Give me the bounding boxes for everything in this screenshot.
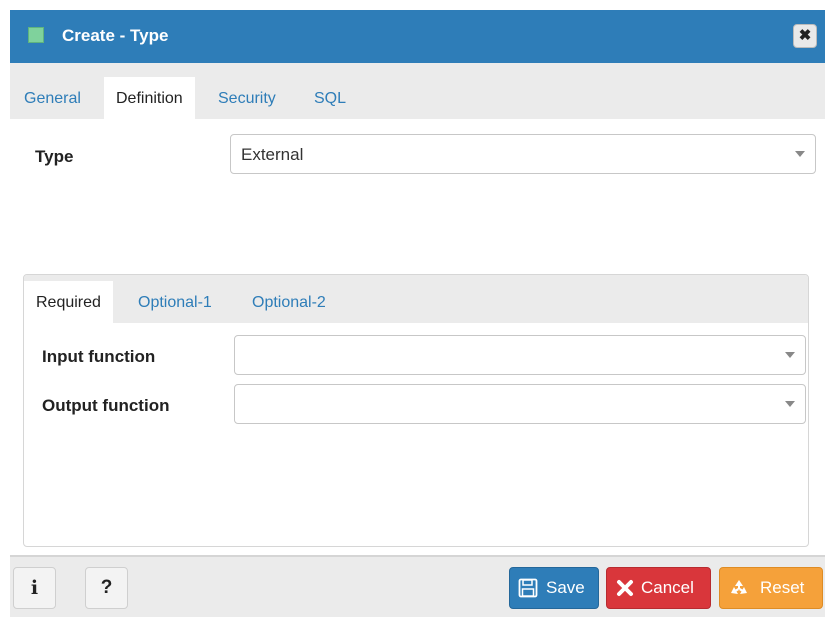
output-function-label: Output function bbox=[42, 396, 170, 415]
input-function-label: Input function bbox=[42, 347, 156, 366]
type-select-value: External bbox=[241, 145, 304, 164]
dialog-title: Create - Type bbox=[62, 26, 169, 45]
help-icon: ? bbox=[100, 577, 113, 598]
cancel-button[interactable]: Cancel bbox=[606, 567, 711, 609]
close-icon: ✖ bbox=[798, 27, 812, 44]
save-icon bbox=[518, 578, 538, 598]
cancel-label: Cancel bbox=[641, 578, 694, 597]
save-label: Save bbox=[546, 578, 585, 597]
chevron-down-icon bbox=[785, 401, 795, 407]
info-icon: i bbox=[30, 577, 39, 599]
subtab-required[interactable]: Required bbox=[24, 281, 113, 323]
close-icon bbox=[617, 580, 633, 596]
save-button[interactable]: Save bbox=[509, 567, 599, 609]
input-function-select[interactable] bbox=[234, 335, 806, 375]
type-label: Type bbox=[35, 147, 74, 166]
type-options-panel: Required Optional-1 Optional-2 Input fun… bbox=[23, 274, 809, 547]
sub-tab-bar: Required Optional-1 Optional-2 bbox=[24, 275, 808, 323]
recycle-icon bbox=[731, 580, 747, 594]
chevron-down-icon bbox=[795, 151, 805, 157]
tab-general[interactable]: General bbox=[12, 77, 93, 119]
create-type-dialog: Create - Type ✖ General Definition Secur… bbox=[10, 10, 825, 617]
subtab-optional-2[interactable]: Optional-2 bbox=[240, 281, 338, 323]
definition-panel: Type External Required Optional-1 Option… bbox=[10, 119, 825, 567]
tab-definition[interactable]: Definition bbox=[104, 77, 195, 119]
chevron-down-icon bbox=[785, 352, 795, 358]
help-button[interactable]: ? bbox=[85, 567, 128, 609]
tab-sql[interactable]: SQL bbox=[302, 77, 358, 119]
close-button[interactable]: ✖ bbox=[793, 24, 817, 48]
reset-button[interactable]: Reset bbox=[719, 567, 823, 609]
subtab-optional-1[interactable]: Optional-1 bbox=[126, 281, 224, 323]
dialog-titlebar[interactable]: Create - Type ✖ bbox=[10, 10, 825, 63]
type-icon bbox=[28, 27, 44, 43]
info-button[interactable]: i bbox=[13, 567, 56, 609]
reset-label: Reset bbox=[760, 578, 805, 597]
output-function-select[interactable] bbox=[234, 384, 806, 424]
tab-security[interactable]: Security bbox=[206, 77, 288, 119]
dialog-footer: i ? Save Cancel Reset bbox=[10, 555, 825, 617]
type-select[interactable]: External bbox=[230, 134, 816, 174]
tab-bar: General Definition Security SQL bbox=[10, 63, 825, 119]
